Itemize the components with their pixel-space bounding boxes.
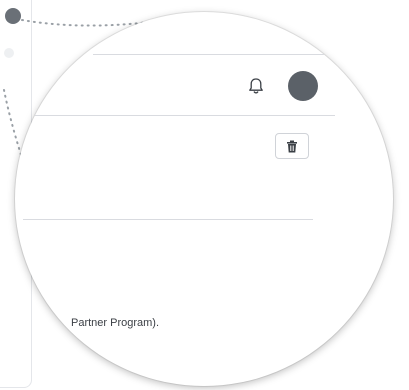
notifications-button[interactable] — [247, 75, 265, 97]
section-divider — [23, 219, 313, 220]
delete-button[interactable] — [275, 133, 309, 159]
body-text: Partner Program). — [71, 317, 160, 329]
header-divider — [15, 115, 335, 116]
divider — [93, 54, 333, 55]
trash-icon — [287, 140, 297, 152]
zoom-magnifier: Partner Program). — [15, 12, 393, 386]
background-decoration — [4, 48, 14, 58]
background-avatar — [5, 8, 21, 24]
bell-icon — [249, 78, 263, 94]
user-avatar[interactable] — [288, 71, 318, 101]
